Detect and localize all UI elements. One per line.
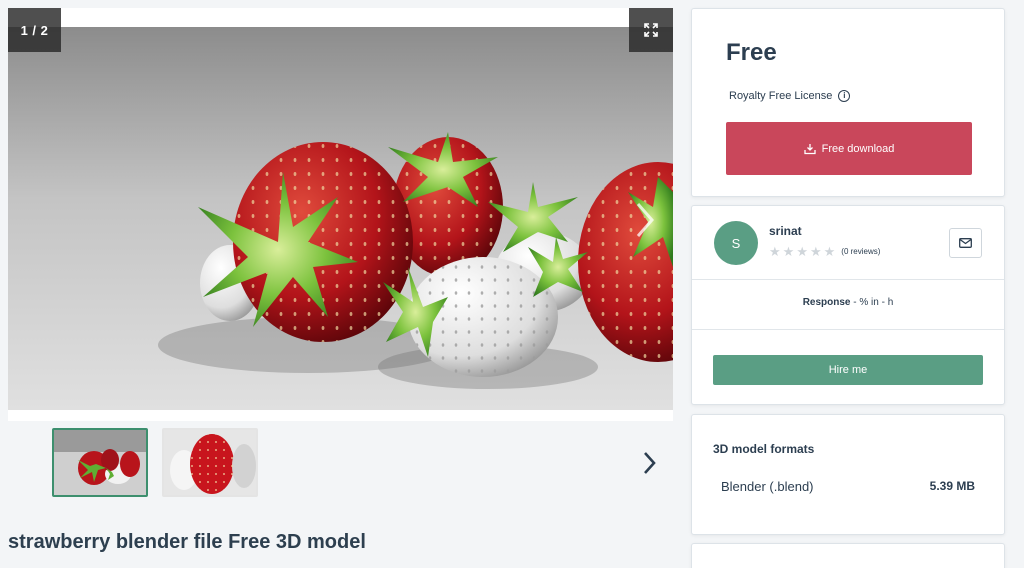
star-icon: ★	[809, 244, 822, 259]
format-size: 5.39 MB	[929, 479, 975, 493]
next-card	[691, 543, 1005, 568]
license-info[interactable]: Royalty Free License i	[729, 90, 851, 102]
author-name[interactable]: srinat	[769, 224, 802, 238]
formats-card: 3D model formats Blender (.blend) 5.39 M…	[691, 414, 1005, 535]
next-image-button[interactable]	[630, 198, 660, 242]
author-card: S srinat ★ ★ ★ ★ ★ (0 reviews) Response …	[691, 205, 1005, 405]
thumbnail-1[interactable]	[52, 428, 148, 497]
download-label: Free download	[821, 142, 895, 155]
price-card: Free Royalty Free License i Free downloa…	[691, 8, 1005, 197]
fullscreen-button[interactable]	[629, 8, 673, 52]
formats-heading: 3D model formats	[713, 442, 815, 456]
thumbnails-next-button[interactable]	[636, 448, 662, 478]
chevron-right-icon	[644, 452, 656, 474]
response-info: Response - % in - h	[692, 297, 1004, 308]
star-icon: ★	[796, 244, 808, 259]
avatar[interactable]: S	[714, 221, 758, 265]
divider	[692, 329, 1004, 330]
review-count[interactable]: (0 reviews)	[841, 247, 880, 256]
thumbnail-2[interactable]	[162, 428, 258, 497]
mail-icon	[959, 238, 972, 248]
star-icon: ★	[823, 244, 836, 259]
thumbnail-strip	[52, 428, 258, 497]
response-label: Response	[802, 297, 851, 308]
download-icon	[803, 143, 816, 154]
rating-stars: ★ ★ ★ ★ ★ (0 reviews)	[769, 245, 880, 258]
image-viewer: 1 / 2	[8, 8, 673, 421]
star-icon: ★	[769, 244, 781, 259]
star-icon: ★	[782, 244, 795, 259]
model-title: strawberry blender file Free 3D model	[8, 531, 366, 553]
hire-me-button[interactable]: Hire me	[713, 355, 983, 385]
license-label: Royalty Free License	[729, 90, 833, 102]
message-button[interactable]	[949, 228, 982, 258]
divider	[692, 279, 1004, 280]
info-icon[interactable]: i	[838, 90, 851, 102]
free-download-button[interactable]: Free download	[726, 122, 972, 175]
format-name[interactable]: Blender (.blend)	[721, 479, 814, 494]
response-value: - % in - h	[850, 297, 894, 308]
price: Free	[726, 39, 777, 66]
expand-icon	[644, 23, 658, 37]
chevron-right-icon	[636, 203, 654, 237]
preview-image[interactable]	[8, 27, 673, 410]
image-counter: 1 / 2	[8, 8, 61, 52]
